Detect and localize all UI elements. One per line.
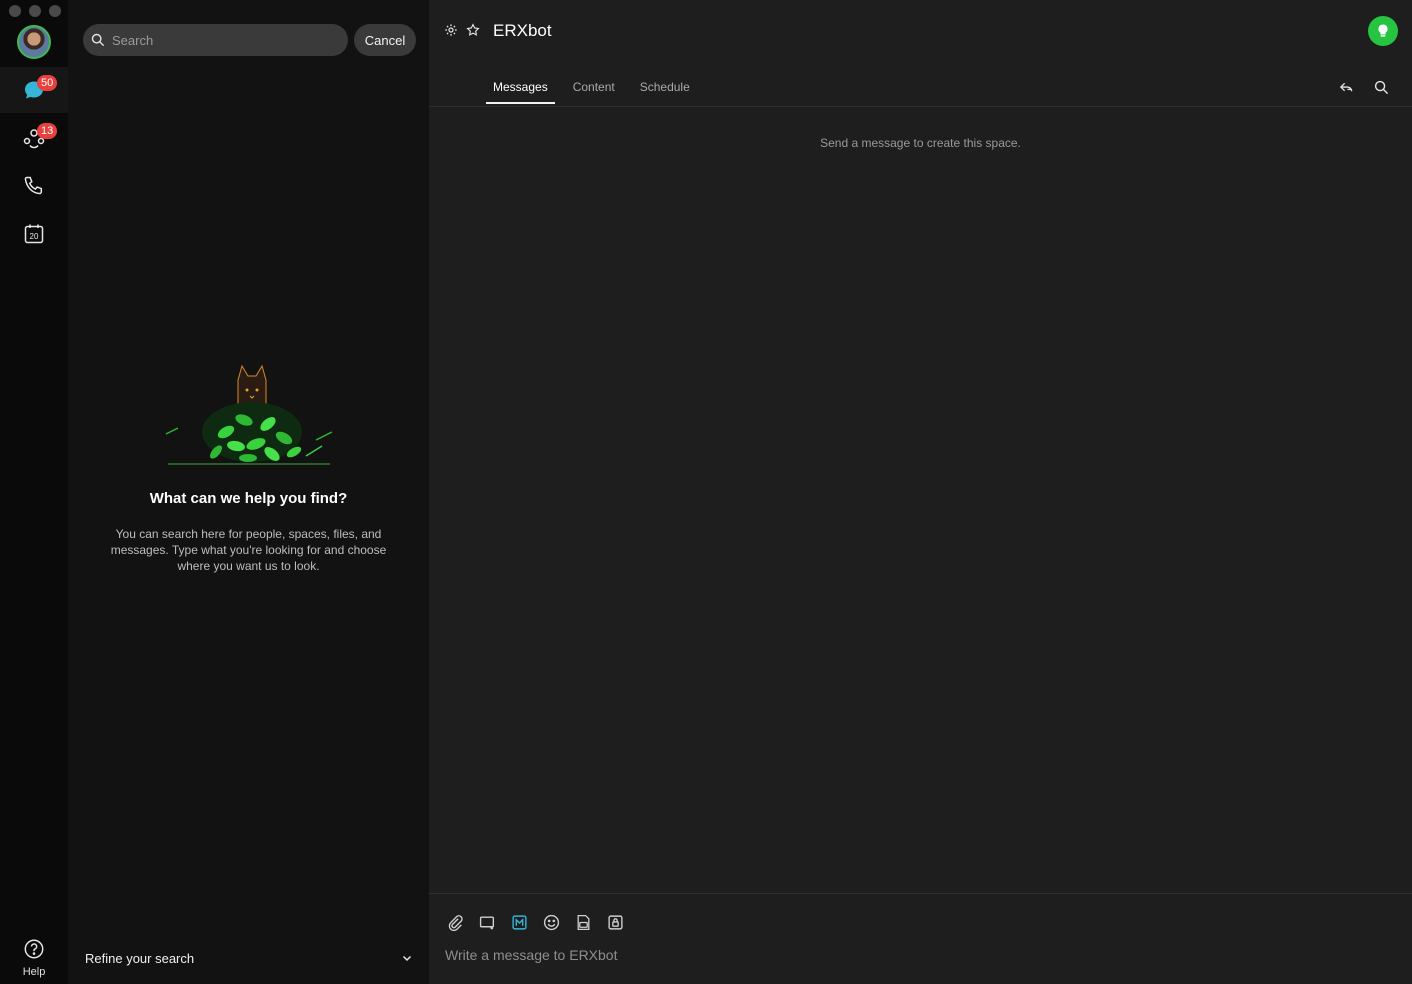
messaging-badge: 50 <box>37 75 58 91</box>
app-window: 50 13 20 Help Search Cancel What can we … <box>0 0 1412 984</box>
calendar-day: 20 <box>30 232 39 241</box>
cat-in-bush-illustration <box>165 364 333 465</box>
cancel-button[interactable]: Cancel <box>354 24 416 56</box>
calendar-icon: 20 <box>24 224 44 244</box>
presence-status[interactable] <box>1368 16 1398 46</box>
attach-button[interactable] <box>445 912 465 932</box>
markdown-toggle[interactable] <box>509 912 529 932</box>
chevron-down-icon <box>402 955 412 962</box>
space-title: ERXbot <box>493 21 552 40</box>
search-panel: Cancel What can we help you find? You ca <box>68 0 429 984</box>
tab-content[interactable]: Content <box>566 80 622 104</box>
space-header-actions <box>444 23 480 37</box>
message-composer-input[interactable] <box>445 944 1385 966</box>
space-view: ERXbot Messages Content Schedule Send a … <box>429 0 1412 984</box>
window-controls <box>9 5 61 17</box>
emoji-button[interactable] <box>541 912 561 932</box>
space-tools <box>1339 80 1389 95</box>
lock-icon <box>607 914 623 930</box>
lightbulb-icon <box>1378 24 1388 37</box>
avatar[interactable] <box>17 25 51 59</box>
gif-button[interactable] <box>573 912 593 932</box>
header-divider <box>429 106 1412 107</box>
reply-icon[interactable] <box>1339 80 1354 95</box>
empty-space-message: Send a message to create this space. <box>820 136 1021 150</box>
help-icon <box>24 939 44 959</box>
help-button[interactable]: Help <box>0 938 68 978</box>
tab-messages[interactable]: Messages <box>486 80 555 104</box>
search-input[interactable] <box>112 32 332 48</box>
rail-item-messaging[interactable]: 50 <box>0 67 68 113</box>
teams-badge: 13 <box>37 123 58 139</box>
help-label: Help <box>22 966 46 978</box>
rail-item-calls[interactable] <box>0 163 68 209</box>
emoji-icon <box>543 914 559 930</box>
gear-icon[interactable] <box>444 23 458 37</box>
empty-state-title: What can we help you find? <box>149 490 348 507</box>
composer-toolbar <box>445 912 625 932</box>
search-box[interactable] <box>83 24 348 56</box>
search-icon[interactable] <box>1374 80 1389 95</box>
rail-item-calendar[interactable]: 20 <box>0 211 68 257</box>
star-icon[interactable] <box>466 23 480 37</box>
screenshot-button[interactable] <box>477 912 497 932</box>
minimize-window-button[interactable] <box>29 5 41 17</box>
empty-state-description: You can search here for people, spaces, … <box>110 527 387 573</box>
rail-item-teams[interactable]: 13 <box>0 115 68 161</box>
refine-search-label: Refine your search <box>85 950 195 966</box>
gif-icon <box>577 914 589 930</box>
phone-icon <box>24 176 43 195</box>
refine-search-toggle[interactable]: Refine your search <box>85 948 413 968</box>
composer-divider <box>429 893 1412 894</box>
search-icon <box>91 33 105 47</box>
markdown-icon <box>511 914 527 930</box>
attach-icon <box>448 914 463 931</box>
screenshot-icon <box>479 915 494 929</box>
left-rail: 50 13 20 Help <box>0 0 68 984</box>
maximize-window-button[interactable] <box>49 5 61 17</box>
lock-button[interactable] <box>605 912 625 932</box>
space-tabs: Messages Content Schedule <box>486 80 708 104</box>
tab-schedule[interactable]: Schedule <box>633 80 697 104</box>
close-window-button[interactable] <box>9 5 21 17</box>
